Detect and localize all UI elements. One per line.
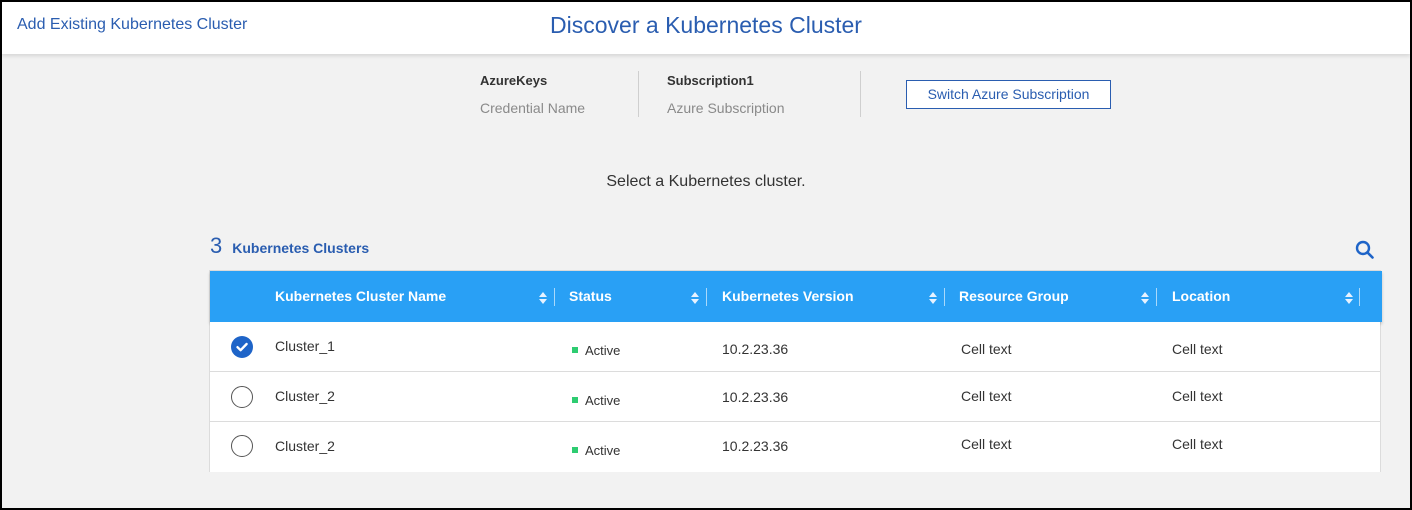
column-separator bbox=[944, 288, 945, 306]
kubernetes-version: 10.2.23.36 bbox=[722, 341, 789, 357]
column-separator bbox=[1359, 288, 1360, 306]
cluster-count-label: Kubernetes Clusters bbox=[232, 240, 370, 256]
sort-icon[interactable] bbox=[1141, 291, 1149, 309]
cluster-radio[interactable] bbox=[231, 386, 253, 408]
status-text: Active bbox=[585, 442, 621, 458]
cluster-count-number: 3 bbox=[210, 233, 223, 258]
search-icon[interactable] bbox=[1355, 240, 1375, 265]
kubernetes-version: 10.2.23.36 bbox=[722, 438, 789, 454]
status-cell: Active bbox=[572, 391, 620, 408]
column-header-location[interactable]: Location bbox=[1172, 271, 1230, 322]
cluster-count: 3 Kubernetes Clusters bbox=[210, 233, 369, 259]
credential-info: AzureKeys Credential Name bbox=[480, 73, 585, 116]
top-bar: Add Existing Kubernetes Cluster Discover… bbox=[2, 2, 1410, 54]
cluster-name: Cluster_1 bbox=[275, 338, 335, 354]
subscription-label: Azure Subscription bbox=[667, 100, 785, 116]
sort-icon[interactable] bbox=[929, 291, 937, 309]
column-separator bbox=[1156, 288, 1157, 306]
status-text: Active bbox=[585, 342, 621, 358]
status-active-indicator bbox=[572, 397, 578, 404]
table-row[interactable]: Cluster_2 Active 10.2.23.36 Cell text Ce… bbox=[210, 372, 1380, 422]
credential-name-label: Credential Name bbox=[480, 100, 586, 116]
table-row[interactable]: Cluster_2 Active 10.2.23.36 Cell text Ce… bbox=[210, 422, 1380, 472]
subscription-info: Subscription1 Azure Subscription bbox=[667, 73, 785, 116]
status-text: Active bbox=[585, 392, 621, 408]
sort-icon[interactable] bbox=[1345, 291, 1353, 309]
column-separator bbox=[706, 288, 707, 306]
divider bbox=[638, 71, 639, 117]
location: Cell text bbox=[1172, 388, 1223, 404]
subscription-value: Subscription1 bbox=[667, 73, 754, 88]
status-active-indicator bbox=[572, 447, 578, 454]
cluster-radio-selected[interactable] bbox=[231, 336, 253, 358]
column-header-resource-group[interactable]: Resource Group bbox=[959, 271, 1069, 322]
column-separator bbox=[554, 288, 555, 306]
location: Cell text bbox=[1172, 341, 1223, 357]
credential-name-value: AzureKeys bbox=[480, 73, 548, 88]
cluster-name: Cluster_2 bbox=[275, 388, 335, 404]
table-header: Kubernetes Cluster Name Status Kubernete… bbox=[210, 271, 1382, 322]
column-header-status[interactable]: Status bbox=[569, 271, 612, 322]
sort-icon[interactable] bbox=[691, 291, 699, 309]
resource-group: Cell text bbox=[961, 436, 1012, 452]
cluster-radio[interactable] bbox=[231, 435, 253, 457]
table-row[interactable]: Cluster_1 Active 10.2.23.36 Cell text Ce… bbox=[210, 322, 1380, 372]
column-header-kubernetes-version[interactable]: Kubernetes Version bbox=[722, 271, 854, 322]
divider bbox=[860, 71, 861, 117]
check-icon bbox=[236, 342, 248, 352]
status-active-indicator bbox=[572, 347, 578, 354]
sort-icon[interactable] bbox=[539, 291, 547, 309]
kubernetes-version: 10.2.23.36 bbox=[722, 389, 789, 405]
resource-group: Cell text bbox=[961, 388, 1012, 404]
column-header-cluster-name[interactable]: Kubernetes Cluster Name bbox=[275, 271, 446, 322]
switch-azure-subscription-button[interactable]: Switch Azure Subscription bbox=[906, 80, 1111, 109]
status-cell: Active bbox=[572, 441, 620, 458]
clusters-table: Kubernetes Cluster Name Status Kubernete… bbox=[209, 270, 1382, 472]
page-title: Discover a Kubernetes Cluster bbox=[550, 12, 862, 38]
status-cell: Active bbox=[572, 341, 620, 358]
instruction-text: Select a Kubernetes cluster. bbox=[606, 173, 806, 190]
location: Cell text bbox=[1172, 436, 1223, 452]
resource-group: Cell text bbox=[961, 341, 1012, 357]
cluster-name: Cluster_2 bbox=[275, 438, 335, 454]
